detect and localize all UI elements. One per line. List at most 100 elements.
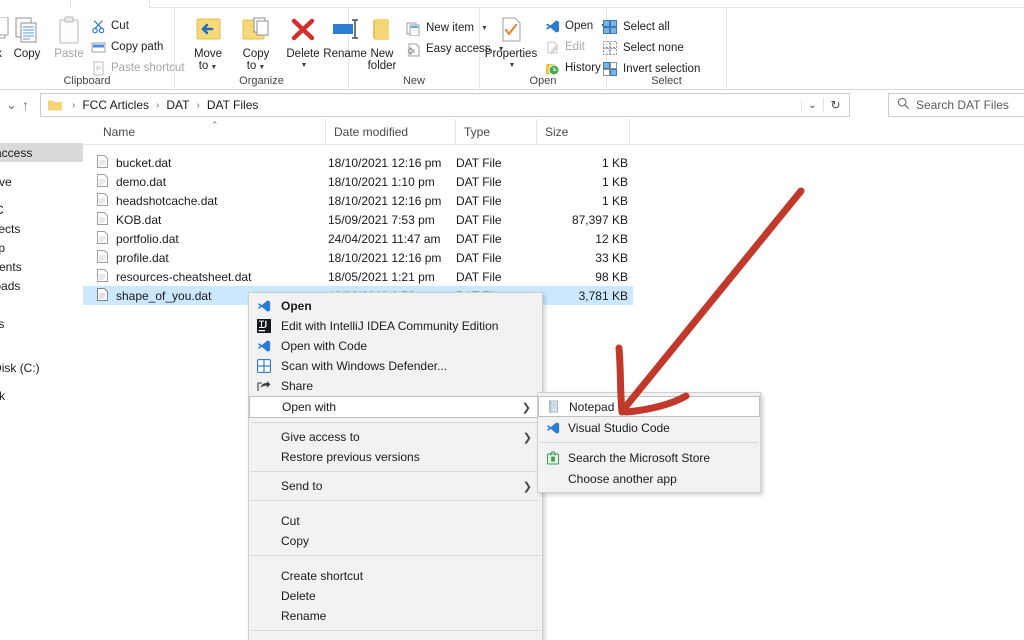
context-menu-separator bbox=[251, 630, 540, 631]
share-icon bbox=[257, 378, 277, 394]
ribbon-button-label: Delete bbox=[286, 48, 319, 60]
sidebar-item-pictures[interactable]: Pictures bbox=[0, 314, 83, 333]
ribbon-button-new-folder[interactable]: New folder bbox=[357, 14, 407, 72]
context-menu-item-label: Give access to bbox=[277, 430, 360, 444]
column-header-type[interactable]: Type bbox=[456, 119, 537, 145]
ribbon-button-edit[interactable]: Edit bbox=[544, 39, 585, 55]
context-menu-item-open[interactable]: Open bbox=[249, 296, 542, 316]
table-row[interactable]: portfolio.dat 24/04/2021 11:47 am DAT Fi… bbox=[83, 229, 633, 248]
sort-ascending-icon: ⌃ bbox=[211, 120, 219, 131]
new-item-icon bbox=[405, 20, 421, 36]
sidebar-item-music[interactable]: Music bbox=[0, 295, 83, 314]
context-menu-item-scan-with-defender[interactable]: Scan with Windows Defender... bbox=[249, 356, 542, 376]
sidebar-item-documents[interactable]: Documents bbox=[0, 257, 83, 276]
sidebar-item-this-pc[interactable]: This PC bbox=[0, 200, 83, 219]
ribbon-button-paste-shortcut[interactable]: P Paste shortcut bbox=[90, 60, 185, 76]
context-menu-item-delete[interactable]: Delete bbox=[249, 586, 542, 606]
sidebar-item-label: Local Disk (C:) bbox=[0, 361, 40, 375]
sidebar-item-desktop[interactable]: Desktop bbox=[0, 238, 83, 257]
column-header-size[interactable]: Size bbox=[537, 119, 630, 145]
copy-path-icon bbox=[90, 39, 106, 55]
ribbon-button-label: Edit bbox=[565, 41, 585, 53]
chevron-down-icon[interactable]: ⌄ bbox=[801, 100, 823, 111]
submenu-item-notepad[interactable]: Notepad bbox=[538, 396, 760, 417]
edit-icon bbox=[544, 39, 560, 55]
ribbon-button-properties[interactable]: Properties ▼ bbox=[483, 14, 539, 72]
column-header-name[interactable]: Name ⌃ bbox=[95, 119, 326, 145]
chevron-right-icon: ❯ bbox=[523, 431, 532, 444]
table-row[interactable]: bucket.dat 18/10/2021 12:16 pm DAT File … bbox=[83, 153, 633, 172]
context-menu-item-rename[interactable]: Rename bbox=[249, 606, 542, 626]
file-name: shape_of_you.dat bbox=[116, 289, 211, 303]
sidebar-item-onedrive[interactable]: OneDrive bbox=[0, 172, 83, 191]
context-menu-separator bbox=[251, 500, 540, 501]
context-menu-item-give-access-to[interactable]: Give access to ❯ bbox=[249, 427, 542, 447]
ribbon-button-cut[interactable]: Cut bbox=[90, 18, 129, 34]
ribbon-button-new-item[interactable]: New item ▼ bbox=[405, 20, 488, 36]
table-row[interactable]: profile.dat 18/10/2021 12:16 pm DAT File… bbox=[83, 248, 633, 267]
sidebar-item-label: Downloads bbox=[0, 279, 20, 293]
context-menu-item-edit-with-intellij[interactable]: Edit with IntelliJ IDEA Community Editio… bbox=[249, 316, 542, 336]
sidebar-item-3d-objects[interactable]: 3D Objects bbox=[0, 219, 83, 238]
sidebar-item-label: Quick access bbox=[0, 146, 32, 160]
file-list-header: Name ⌃ Date modified Type Size bbox=[83, 119, 1024, 145]
blank-icon bbox=[257, 478, 277, 494]
refresh-icon[interactable]: ↻ bbox=[823, 98, 847, 112]
recent-locations-button[interactable]: ⌄ bbox=[6, 97, 17, 113]
context-menu-item-copy[interactable]: Copy bbox=[249, 531, 542, 551]
breadcrumb-bar[interactable]: › FCC Articles › DAT › DAT Files ⌄ ↻ bbox=[40, 93, 850, 117]
sidebar-item-local-disk-c[interactable]: Local Disk (C:) bbox=[0, 358, 83, 377]
context-menu-item-share[interactable]: Share bbox=[249, 376, 542, 396]
sidebar-item-videos[interactable]: Videos bbox=[0, 333, 83, 352]
sidebar-item-quick-access[interactable]: Quick access bbox=[0, 143, 83, 162]
file-size-cell: 1 KB bbox=[483, 172, 628, 191]
breadcrumb-item-1[interactable]: DAT bbox=[164, 97, 191, 113]
table-row[interactable]: resources-cheatsheet.dat 18/05/2021 1:21… bbox=[83, 267, 633, 286]
ribbon-button-select-all[interactable]: Select all bbox=[602, 19, 670, 35]
dat-file-icon bbox=[97, 250, 108, 266]
file-name-cell: shape_of_you.dat bbox=[97, 286, 211, 305]
ribbon-button-copy-path[interactable]: Copy path bbox=[90, 39, 163, 55]
submenu-item-choose-another-app[interactable]: Choose another app bbox=[538, 468, 760, 489]
submenu-item-search-microsoft-store[interactable]: Search the Microsoft Store bbox=[538, 447, 760, 468]
column-header-date-modified[interactable]: Date modified bbox=[326, 119, 456, 145]
ribbon-button-copy-to[interactable]: Copy to▼ bbox=[231, 14, 281, 74]
ribbon-button-paste[interactable]: Paste bbox=[44, 14, 94, 60]
select-none-icon bbox=[602, 40, 618, 56]
context-menu-item-label: Delete bbox=[277, 589, 316, 603]
file-size-cell: 33 KB bbox=[483, 248, 628, 267]
vscode-icon bbox=[257, 298, 277, 314]
breadcrumb-item-2[interactable]: DAT Files bbox=[205, 97, 261, 113]
table-row[interactable]: headshotcache.dat 18/10/2021 12:16 pm DA… bbox=[83, 191, 633, 210]
submenu-item-visual-studio-code[interactable]: Visual Studio Code bbox=[538, 417, 760, 438]
context-menu-item-label: Copy bbox=[277, 534, 309, 548]
ribbon-button-select-none[interactable]: Select none bbox=[602, 40, 684, 56]
context-menu-item-send-to[interactable]: Send to ❯ bbox=[249, 476, 542, 496]
context-menu-item-restore-previous-versions[interactable]: Restore previous versions bbox=[249, 447, 542, 467]
up-button[interactable]: ↑ bbox=[22, 97, 29, 113]
ribbon-button-history[interactable]: History bbox=[544, 60, 601, 76]
file-size-cell: 98 KB bbox=[483, 267, 628, 286]
file-name-cell: resources-cheatsheet.dat bbox=[97, 267, 251, 286]
file-date-cell: 15/09/2021 7:53 pm bbox=[328, 210, 435, 229]
sidebar-item-network[interactable]: Network bbox=[0, 386, 83, 405]
breadcrumb-item-0[interactable]: FCC Articles bbox=[80, 97, 151, 113]
context-menu-item-open-with[interactable]: Open with ❯ bbox=[249, 396, 542, 418]
file-date-cell: 18/10/2021 12:16 pm bbox=[328, 153, 441, 172]
context-menu-item-cut[interactable]: Cut bbox=[249, 511, 542, 531]
table-row[interactable]: demo.dat 18/10/2021 1:10 pm DAT File 1 K… bbox=[83, 172, 633, 191]
breadcrumb-separator: › bbox=[196, 100, 199, 111]
context-menu-item-label: Open with bbox=[278, 400, 336, 414]
search-icon bbox=[897, 97, 910, 113]
ribbon-button-label2: to▼ bbox=[247, 60, 266, 74]
sidebar-item-downloads[interactable]: Downloads bbox=[0, 276, 83, 295]
file-name-cell: portfolio.dat bbox=[97, 229, 179, 248]
ribbon: k Copy Past bbox=[0, 8, 1024, 90]
search-input[interactable]: Search DAT Files bbox=[888, 93, 1024, 117]
context-menu-item-open-with-code[interactable]: Open with Code bbox=[249, 336, 542, 356]
ribbon-button-open[interactable]: Open ▼ bbox=[544, 18, 607, 34]
table-row[interactable]: KOB.dat 15/09/2021 7:53 pm DAT File 87,3… bbox=[83, 210, 633, 229]
sidebar-item-label: OneDrive bbox=[0, 175, 12, 189]
context-menu-item-create-shortcut[interactable]: Create shortcut bbox=[249, 566, 542, 586]
ribbon-button-move-to[interactable]: Move to▼ bbox=[183, 14, 233, 74]
